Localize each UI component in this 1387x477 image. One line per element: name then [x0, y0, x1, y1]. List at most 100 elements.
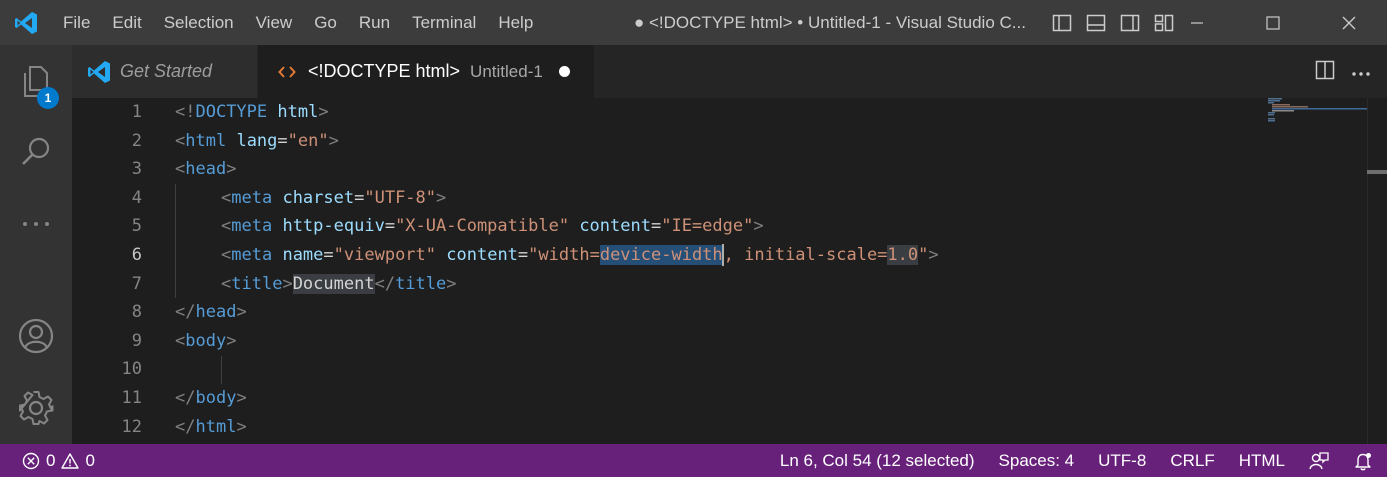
equals: =: [354, 187, 365, 208]
attribute-name: content: [579, 216, 651, 237]
indentation[interactable]: Spaces: 4: [999, 451, 1075, 471]
minimize-icon: [1191, 21, 1203, 24]
line-number: 9: [131, 330, 142, 351]
attribute-value: "IE=edge": [661, 216, 754, 237]
menu-run[interactable]: Run: [348, 0, 401, 45]
more-views-button[interactable]: [0, 189, 72, 259]
attribute-value: , initial-scale=: [723, 244, 888, 265]
notifications-bell-icon[interactable]: [1353, 450, 1373, 471]
menu-terminal[interactable]: Terminal: [401, 0, 487, 45]
punctuation: <: [175, 330, 186, 351]
punctuation: >: [328, 130, 339, 151]
end-of-line[interactable]: CRLF: [1170, 451, 1214, 471]
punctuation: <: [221, 273, 232, 294]
warning-icon: [61, 452, 80, 469]
minimap[interactable]: [1262, 98, 1376, 158]
punctuation: </: [175, 302, 196, 323]
punctuation: <!: [175, 102, 196, 122]
code-line: </html>: [175, 413, 939, 442]
tag-name: body: [185, 330, 227, 351]
tab-label: Get Started: [120, 61, 213, 81]
line-number: 11: [121, 387, 142, 408]
code-line-active: <meta name="viewport" content="width=dev…: [175, 241, 939, 270]
tag-name: title: [395, 273, 447, 294]
punctuation: </: [175, 416, 196, 437]
menu-edit[interactable]: Edit: [101, 0, 152, 45]
menu-go[interactable]: Go: [303, 0, 348, 45]
tag-name: html: [185, 130, 227, 151]
menu-file[interactable]: File: [52, 0, 101, 45]
minimize-button[interactable]: [1159, 0, 1235, 45]
attribute-value: "X-UA-Compatible": [395, 216, 570, 237]
tab-get-started[interactable]: Get Started: [72, 45, 257, 98]
tab-untitled-1[interactable]: <!DOCTYPE html> Untitled-1: [258, 45, 594, 98]
equals: =: [384, 216, 396, 237]
status-bar: 0 0 Ln 6, Col 54 (12 selected) Spaces: 4…: [0, 444, 1387, 477]
text-content: Document: [292, 273, 375, 294]
feedback-icon[interactable]: [1309, 450, 1329, 471]
attribute-value: "width=: [528, 244, 600, 265]
text-selection: device-width: [599, 244, 723, 265]
punctuation: <: [175, 130, 186, 151]
equals: =: [277, 130, 288, 151]
explorer-badge: 1: [37, 87, 59, 109]
language-mode[interactable]: HTML: [1239, 451, 1285, 471]
toggle-primary-sidebar-icon[interactable]: [1050, 11, 1074, 35]
line-number-gutter: 1 2 3 4 5 6 7 8 9 10 11 12: [72, 98, 142, 441]
punctuation: </: [175, 387, 196, 408]
line-number: 5: [131, 216, 142, 237]
line-number: 8: [131, 302, 142, 323]
search-button[interactable]: [0, 117, 72, 187]
code-line: <!DOCTYPE html>: [175, 98, 939, 127]
layout-controls: [1050, 0, 1176, 45]
editor-tabs: Get Started <!DOCTYPE html> Untitled-1: [72, 45, 1387, 98]
code-editor[interactable]: 1 2 3 4 5 6 7 8 9 10 11 12 <!DOCTYPE htm…: [72, 98, 1387, 444]
split-editor-icon[interactable]: [1315, 60, 1335, 84]
attribute-value: "viewport": [333, 244, 437, 265]
menu-view[interactable]: View: [245, 0, 304, 45]
ellipsis-icon: [23, 222, 49, 226]
title-bar: File Edit Selection View Go Run Terminal…: [0, 0, 1387, 45]
activity-bar: 1: [0, 45, 72, 444]
more-actions-icon[interactable]: [1351, 62, 1371, 81]
error-icon: [22, 452, 40, 469]
window-controls: [1159, 0, 1387, 45]
cursor-position[interactable]: Ln 6, Col 54 (12 selected): [780, 451, 975, 471]
attribute-name: lang: [236, 130, 278, 151]
line-number-active: 6: [131, 244, 142, 265]
gear-icon: [19, 391, 54, 425]
doctype-value: html: [277, 102, 319, 122]
window-title: ● <!DOCTYPE html> • Untitled-1 - Visual …: [634, 13, 1026, 32]
attribute-name: http-equiv: [282, 216, 385, 237]
search-icon: [22, 137, 50, 165]
unsaved-dot-icon[interactable]: [558, 66, 570, 77]
error-count: 0: [46, 450, 56, 470]
close-window-button[interactable]: [1311, 0, 1387, 45]
equals: =: [650, 216, 662, 237]
tab-description: Untitled-1: [470, 61, 543, 81]
code-line: <html lang="en">: [175, 127, 939, 156]
tag-name: head: [195, 302, 237, 323]
toggle-panel-icon[interactable]: [1084, 11, 1108, 35]
vertical-scrollbar[interactable]: [1367, 98, 1387, 444]
scrollbar-thumb[interactable]: [1367, 170, 1387, 174]
attribute-name: charset: [282, 187, 355, 208]
line-number: 2: [131, 130, 142, 151]
explorer-button[interactable]: 1: [0, 47, 72, 117]
status-bar-right: Ln 6, Col 54 (12 selected) Spaces: 4 UTF…: [756, 444, 1373, 477]
maximize-button[interactable]: [1235, 0, 1311, 45]
manage-button[interactable]: [0, 373, 72, 443]
punctuation: >: [753, 216, 764, 237]
toggle-secondary-sidebar-icon[interactable]: [1118, 11, 1142, 35]
menu-selection[interactable]: Selection: [153, 0, 245, 45]
accounts-button[interactable]: [0, 301, 72, 371]
vscode-logo-icon: [0, 0, 52, 45]
tag-name: title: [231, 273, 283, 294]
problems-indicator[interactable]: 0 0: [22, 444, 95, 477]
menu-help[interactable]: Help: [487, 0, 544, 45]
file-encoding[interactable]: UTF-8: [1098, 451, 1146, 471]
